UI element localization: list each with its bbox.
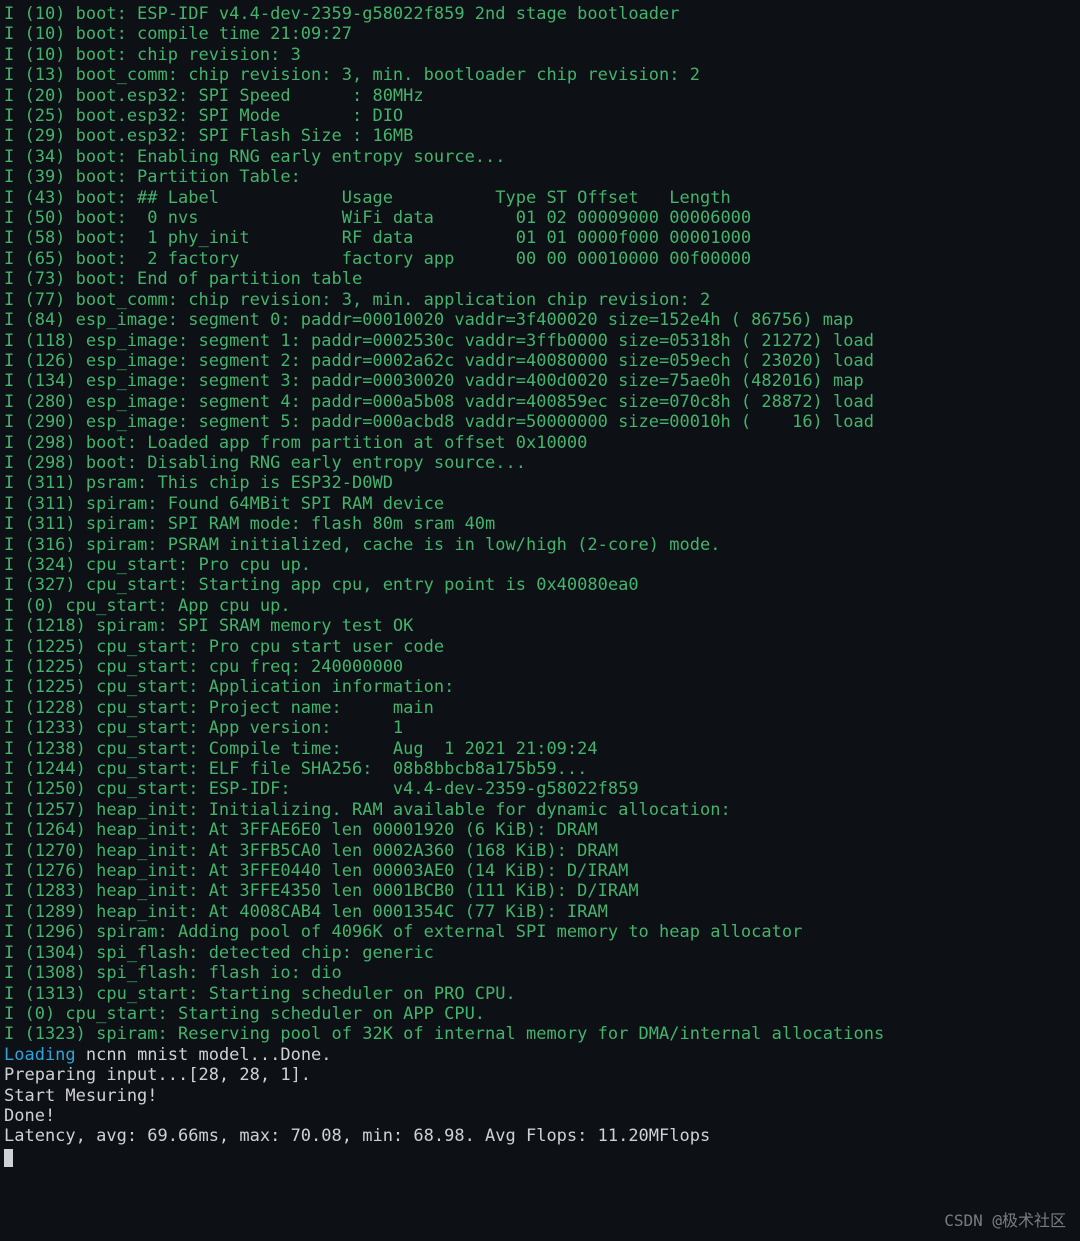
log-line: I (25) boot.esp32: SPI Mode : DIO (4, 106, 1076, 126)
log-line: I (0) cpu_start: Starting scheduler on A… (4, 1004, 1076, 1024)
log-line: I (1264) heap_init: At 3FFAE6E0 len 0000… (4, 820, 1076, 840)
status-preparing: Preparing input...[28, 28, 1]. (4, 1065, 1076, 1085)
log-line: I (39) boot: Partition Table: (4, 167, 1076, 187)
log-line: I (43) boot: ## Label Usage Type ST Offs… (4, 188, 1076, 208)
log-line: I (1244) cpu_start: ELF file SHA256: 08b… (4, 759, 1076, 779)
log-line: I (1218) spiram: SPI SRAM memory test OK (4, 616, 1076, 636)
log-line: I (1225) cpu_start: cpu freq: 240000000 (4, 657, 1076, 677)
log-line: I (1228) cpu_start: Project name: main (4, 698, 1076, 718)
log-line: I (0) cpu_start: App cpu up. (4, 596, 1076, 616)
log-line: I (10) boot: compile time 21:09:27 (4, 24, 1076, 44)
log-line: I (311) spiram: Found 64MBit SPI RAM dev… (4, 494, 1076, 514)
cursor-line[interactable] (4, 1147, 1076, 1167)
cursor (4, 1149, 13, 1167)
log-line: I (1283) heap_init: At 3FFE4350 len 0001… (4, 881, 1076, 901)
log-line: I (327) cpu_start: Starting app cpu, ent… (4, 575, 1076, 595)
log-line: I (20) boot.esp32: SPI Speed : 80MHz (4, 86, 1076, 106)
log-line: I (311) spiram: SPI RAM mode: flash 80m … (4, 514, 1076, 534)
log-line: I (34) boot: Enabling RNG early entropy … (4, 147, 1076, 167)
watermark: CSDN @极术社区 (944, 1211, 1066, 1231)
log-line: I (311) psram: This chip is ESP32-D0WD (4, 473, 1076, 493)
log-line: I (1304) spi_flash: detected chip: gener… (4, 943, 1076, 963)
status-latency: Latency, avg: 69.66ms, max: 70.08, min: … (4, 1126, 1076, 1146)
log-line: I (280) esp_image: segment 4: paddr=000a… (4, 392, 1076, 412)
log-line: I (29) boot.esp32: SPI Flash Size : 16MB (4, 126, 1076, 146)
log-line: I (298) boot: Disabling RNG early entrop… (4, 453, 1076, 473)
log-line: I (10) boot: chip revision: 3 (4, 45, 1076, 65)
log-line: I (316) spiram: PSRAM initialized, cache… (4, 535, 1076, 555)
log-line: I (77) boot_comm: chip revision: 3, min.… (4, 290, 1076, 310)
log-line: I (1250) cpu_start: ESP-IDF: v4.4-dev-23… (4, 779, 1076, 799)
log-line: I (1238) cpu_start: Compile time: Aug 1 … (4, 739, 1076, 759)
log-line: I (1308) spi_flash: flash io: dio (4, 963, 1076, 983)
log-line: I (65) boot: 2 factory factory app 00 00… (4, 249, 1076, 269)
log-line: I (1225) cpu_start: Application informat… (4, 677, 1076, 697)
log-line: I (290) esp_image: segment 5: paddr=000a… (4, 412, 1076, 432)
log-line: I (126) esp_image: segment 2: paddr=0002… (4, 351, 1076, 371)
log-line: I (84) esp_image: segment 0: paddr=00010… (4, 310, 1076, 330)
log-line: I (1233) cpu_start: App version: 1 (4, 718, 1076, 738)
loading-rest: ncnn mnist model...Done. (76, 1045, 332, 1065)
log-line: I (1296) spiram: Adding pool of 4096K of… (4, 922, 1076, 942)
loading-word: Loading (4, 1045, 76, 1065)
status-start: Start Mesuring! (4, 1086, 1076, 1106)
log-line: I (1313) cpu_start: Starting scheduler o… (4, 984, 1076, 1004)
terminal-output: I (10) boot: ESP-IDF v4.4-dev-2359-g5802… (0, 0, 1080, 1167)
log-line: I (10) boot: ESP-IDF v4.4-dev-2359-g5802… (4, 4, 1076, 24)
log-line: I (298) boot: Loaded app from partition … (4, 433, 1076, 453)
status-done: Done! (4, 1106, 1076, 1126)
log-line: I (58) boot: 1 phy_init RF data 01 01 00… (4, 228, 1076, 248)
log-line: I (1257) heap_init: Initializing. RAM av… (4, 800, 1076, 820)
log-line: I (1225) cpu_start: Pro cpu start user c… (4, 637, 1076, 657)
log-line: I (1323) spiram: Reserving pool of 32K o… (4, 1024, 1076, 1044)
log-line: I (13) boot_comm: chip revision: 3, min.… (4, 65, 1076, 85)
log-line: I (50) boot: 0 nvs WiFi data 01 02 00009… (4, 208, 1076, 228)
status-loading: Loading ncnn mnist model...Done. (4, 1045, 1076, 1065)
log-line: I (73) boot: End of partition table (4, 269, 1076, 289)
log-line: I (1270) heap_init: At 3FFB5CA0 len 0002… (4, 841, 1076, 861)
log-line: I (324) cpu_start: Pro cpu up. (4, 555, 1076, 575)
log-line: I (1276) heap_init: At 3FFE0440 len 0000… (4, 861, 1076, 881)
log-line: I (134) esp_image: segment 3: paddr=0003… (4, 371, 1076, 391)
log-line: I (118) esp_image: segment 1: paddr=0002… (4, 331, 1076, 351)
log-line: I (1289) heap_init: At 4008CAB4 len 0001… (4, 902, 1076, 922)
